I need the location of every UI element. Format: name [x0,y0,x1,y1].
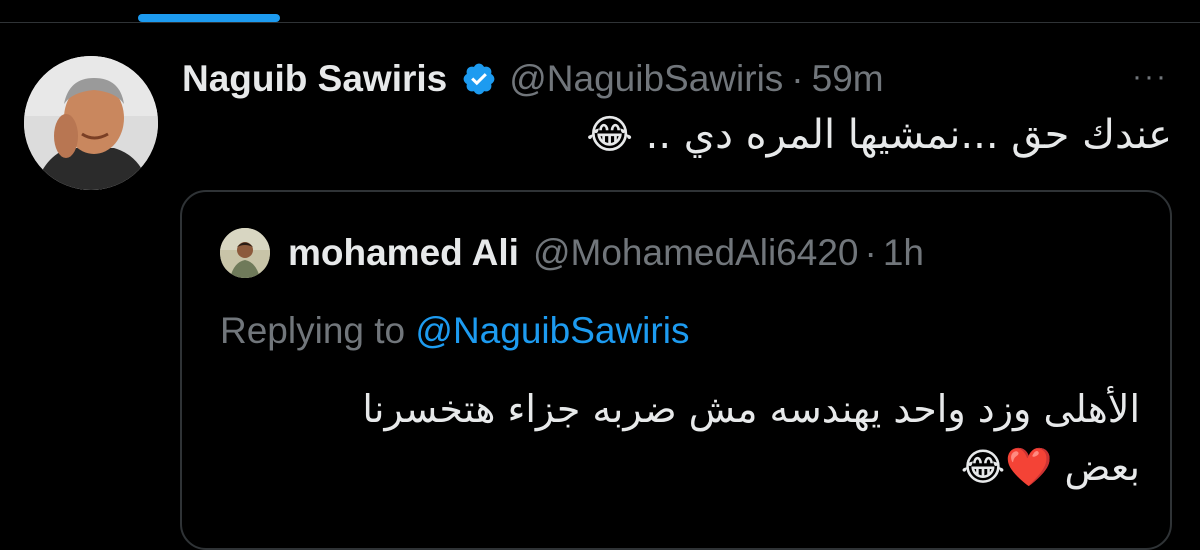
quoted-author-name[interactable]: mohamed Ali [288,232,519,274]
author-name[interactable]: Naguib Sawiris [182,58,447,100]
quoted-author-handle[interactable]: @MohamedAli6420 [533,232,859,274]
quoted-author-avatar[interactable] [220,228,270,278]
separator-dot: · [791,58,804,99]
quoted-tweet-text: الأهلى وزد واحد يهندسه مش ضربه جزاء هتخس… [362,387,1140,489]
replying-to-label: Replying to [220,310,416,351]
quoted-tweet-header: mohamed Ali @MohamedAli6420 · 1h [288,228,924,278]
mention-link[interactable]: @NaguibSawiris [415,310,689,351]
replying-to-line: Replying to @NaguibSawiris [220,310,689,352]
separator-dot: · [864,232,877,273]
avatar-image [24,56,158,190]
active-tab-indicator [138,14,280,22]
divider [0,22,1200,23]
avatar-image [220,228,270,278]
tweet-timestamp[interactable]: 59m [812,58,884,100]
verified-badge-icon [463,63,495,95]
author-handle[interactable]: @NaguibSawiris [509,58,783,100]
quoted-tweet-timestamp[interactable]: 1h [883,232,924,274]
quoted-tweet[interactable]: mohamed Ali @MohamedAli6420 · 1h Replyin… [180,190,1172,550]
tweet-header: Naguib Sawiris @NaguibSawiris · 59m [182,54,884,104]
tweet-text: عندك حق ...نمشيها المره دي .. 😂 [586,112,1172,158]
author-avatar[interactable] [24,56,158,190]
more-options-icon[interactable]: ··· [1128,60,1172,93]
